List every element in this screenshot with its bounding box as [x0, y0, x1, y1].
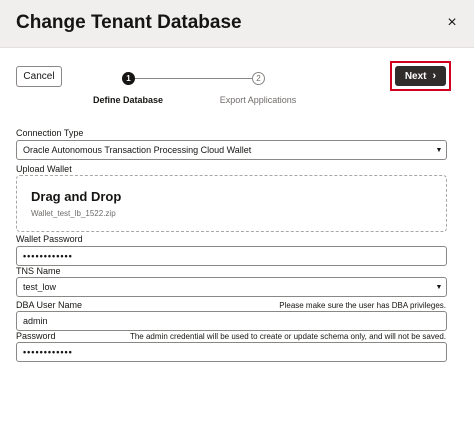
dialog-title: Change Tenant Database [16, 12, 242, 33]
upload-wallet-label: Upload Wallet [16, 164, 72, 174]
password-value: •••••••••••• [23, 347, 73, 357]
step-2-indicator[interactable]: 2 [252, 72, 265, 85]
password-label: Password [16, 331, 56, 341]
step-2-label: Export Applications [219, 95, 297, 105]
next-button[interactable]: Next › [395, 66, 446, 86]
dba-user-name-field[interactable]: admin [16, 311, 447, 331]
password-hint: The admin credential will be used to cre… [129, 332, 446, 341]
drop-zone-title: Drag and Drop [31, 189, 122, 204]
wallet-password-field[interactable]: •••••••••••• [16, 246, 447, 266]
close-icon[interactable]: × [442, 13, 462, 33]
dba-user-name-hint: Please make sure the user has DBA privil… [279, 301, 446, 310]
connection-type-label: Connection Type [16, 128, 84, 138]
tns-name-value: test_low [23, 282, 57, 292]
caret-down-icon: ▼ [435, 146, 443, 154]
dialog-header: Change Tenant Database × [0, 0, 474, 48]
wallet-password-value: •••••••••••• [23, 251, 73, 261]
uploaded-file-name: Wallet_test_lb_1522.zip [31, 209, 116, 218]
tns-name-label: TNS Name [16, 266, 61, 276]
wallet-drop-zone[interactable]: Drag and Drop Wallet_test_lb_1522.zip [16, 175, 447, 232]
password-field[interactable]: •••••••••••• [16, 342, 447, 362]
tns-name-select[interactable]: test_low ▼ [16, 277, 447, 297]
train-connector [134, 78, 252, 79]
dba-user-name-value: admin [23, 316, 48, 326]
cancel-button[interactable]: Cancel [16, 66, 62, 87]
chevron-right-icon: › [432, 69, 437, 82]
connection-type-select[interactable]: Oracle Autonomous Transaction Processing… [16, 140, 447, 160]
dba-user-name-label: DBA User Name [16, 300, 83, 310]
caret-down-icon: ▼ [435, 283, 443, 291]
connection-type-value: Oracle Autonomous Transaction Processing… [23, 145, 252, 155]
wallet-password-label: Wallet Password [16, 234, 83, 244]
step-1-indicator[interactable]: 1 [122, 72, 135, 85]
next-button-label: Next [404, 70, 427, 82]
step-1-label: Define Database [92, 95, 164, 105]
